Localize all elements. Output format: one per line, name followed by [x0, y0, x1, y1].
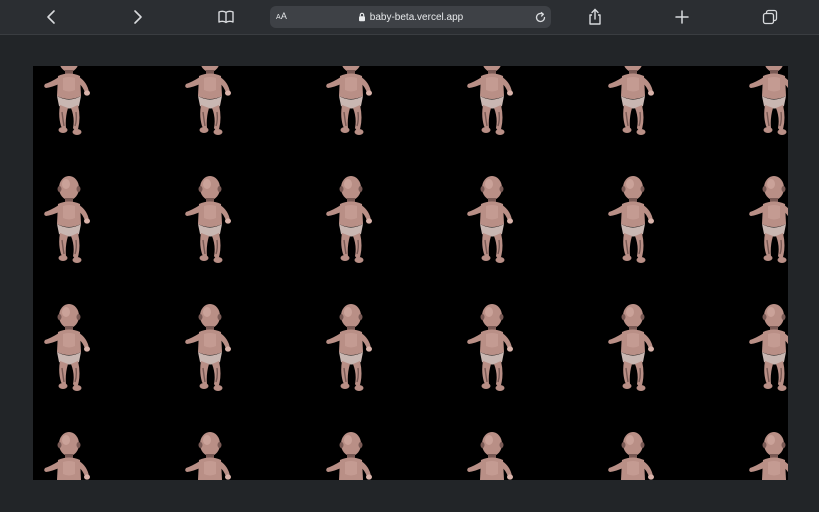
- dancing-baby-figure: [326, 66, 372, 135]
- web-content: [0, 36, 819, 512]
- dancing-baby-figure: [608, 176, 654, 263]
- bookmarks-button[interactable]: [213, 5, 239, 29]
- dancing-baby-figure: [467, 432, 513, 480]
- dancing-baby-figure: [467, 304, 513, 391]
- share-button[interactable]: [582, 5, 608, 29]
- dancing-baby-figure: [749, 432, 788, 480]
- lock-icon: [358, 12, 365, 22]
- dancing-baby-figure: [326, 176, 372, 263]
- url-display: baby-beta.vercel.app: [270, 6, 551, 28]
- plus-icon: [675, 10, 689, 24]
- dancing-baby-figure: [749, 304, 788, 391]
- url-text[interactable]: baby-beta.vercel.app: [370, 12, 463, 23]
- reload-icon: [535, 11, 545, 22]
- dancing-baby-figure: [185, 176, 231, 263]
- browser-toolbar: AA baby-beta.vercel.app: [0, 0, 819, 35]
- chevron-right-icon: [134, 10, 142, 24]
- dancing-baby-figure: [185, 304, 231, 391]
- dancing-baby-figure: [326, 304, 372, 391]
- reader-settings-button[interactable]: AA: [276, 11, 287, 21]
- dancing-baby-figure: [467, 176, 513, 263]
- share-icon: [589, 8, 601, 25]
- dancing-baby-figure: [608, 304, 654, 391]
- dancing-baby-figure: [44, 304, 90, 391]
- dancing-baby-figure: [44, 432, 90, 480]
- tabs-icon: [762, 9, 778, 25]
- book-icon: [218, 10, 234, 24]
- new-tab-button[interactable]: [669, 5, 695, 29]
- dancing-baby-figure: [608, 66, 654, 135]
- dancing-baby-figure: [608, 432, 654, 480]
- address-bar[interactable]: AA baby-beta.vercel.app: [270, 6, 551, 28]
- back-button[interactable]: [38, 5, 64, 29]
- dancing-baby-figure: [467, 66, 513, 135]
- forward-button[interactable]: [125, 5, 151, 29]
- dancing-baby-figure: [185, 432, 231, 480]
- tabs-overview-button[interactable]: [757, 5, 783, 29]
- dancing-baby-figure: [185, 66, 231, 135]
- reader-label-big: A: [280, 11, 288, 21]
- dancing-baby-figure: [326, 432, 372, 480]
- dancing-baby-stage[interactable]: [33, 66, 788, 480]
- dancing-baby-figure: [749, 176, 788, 263]
- dancing-baby-figure: [44, 176, 90, 263]
- chevron-left-icon: [47, 10, 55, 24]
- reload-button[interactable]: [532, 9, 548, 25]
- dancing-baby-figure: [44, 66, 90, 135]
- dancing-baby-figure: [749, 66, 788, 135]
